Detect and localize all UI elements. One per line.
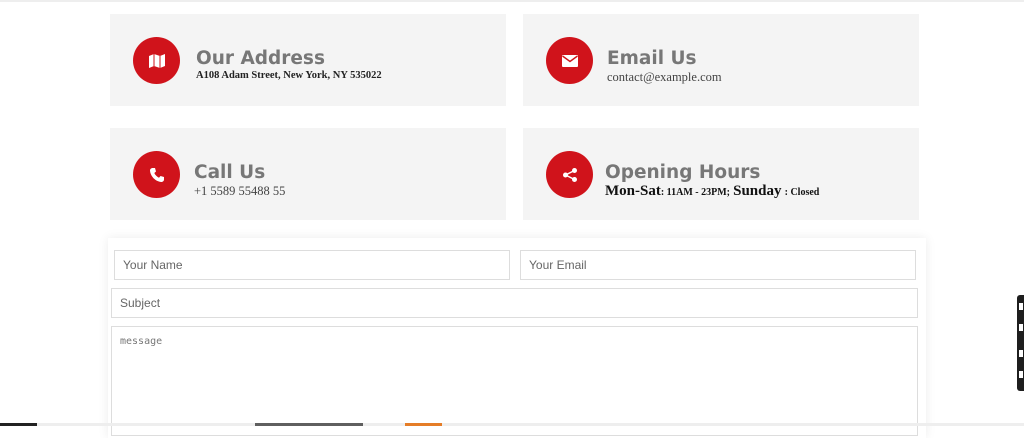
address-text: A108 Adam Street, New York, NY 535022 xyxy=(196,70,382,81)
address-title: Our Address xyxy=(196,48,325,69)
hours-title: Opening Hours xyxy=(605,162,761,183)
side-widget-mark xyxy=(1019,324,1023,331)
hours-weekday-time: : 11AM - 23PM; xyxy=(660,187,730,198)
email-input[interactable] xyxy=(520,250,916,280)
email-text[interactable]: contact@example.com xyxy=(607,70,722,85)
side-widget-mark xyxy=(1019,350,1023,357)
name-input[interactable] xyxy=(114,250,510,280)
phone-title: Call Us xyxy=(194,162,266,183)
side-widget-tab[interactable] xyxy=(1017,295,1024,391)
map-icon xyxy=(133,37,180,84)
phone-text[interactable]: +1 5589 55488 55 xyxy=(194,184,285,199)
hours-weekend-label: Sunday xyxy=(733,183,782,199)
email-title: Email Us xyxy=(607,48,697,69)
side-widget-mark xyxy=(1019,371,1023,378)
subject-input[interactable] xyxy=(111,288,918,318)
phone-icon xyxy=(133,151,180,198)
phone-card: Call Us +1 5589 55488 55 xyxy=(110,128,506,220)
share-icon xyxy=(546,151,593,198)
top-divider xyxy=(0,0,1024,2)
hours-text: Mon-Sat: 11AM - 23PM; Sunday : Closed xyxy=(605,183,819,200)
envelope-icon xyxy=(546,37,593,84)
hours-weekday-label: Mon-Sat xyxy=(605,183,661,199)
hours-card: Opening Hours Mon-Sat: 11AM - 23PM; Sund… xyxy=(523,128,919,220)
hours-weekend-time: : Closed xyxy=(784,187,820,198)
side-widget-mark xyxy=(1019,303,1023,310)
address-card: Our Address A108 Adam Street, New York, … xyxy=(110,14,506,106)
email-card: Email Us contact@example.com xyxy=(523,14,919,106)
message-textarea[interactable] xyxy=(111,326,918,436)
